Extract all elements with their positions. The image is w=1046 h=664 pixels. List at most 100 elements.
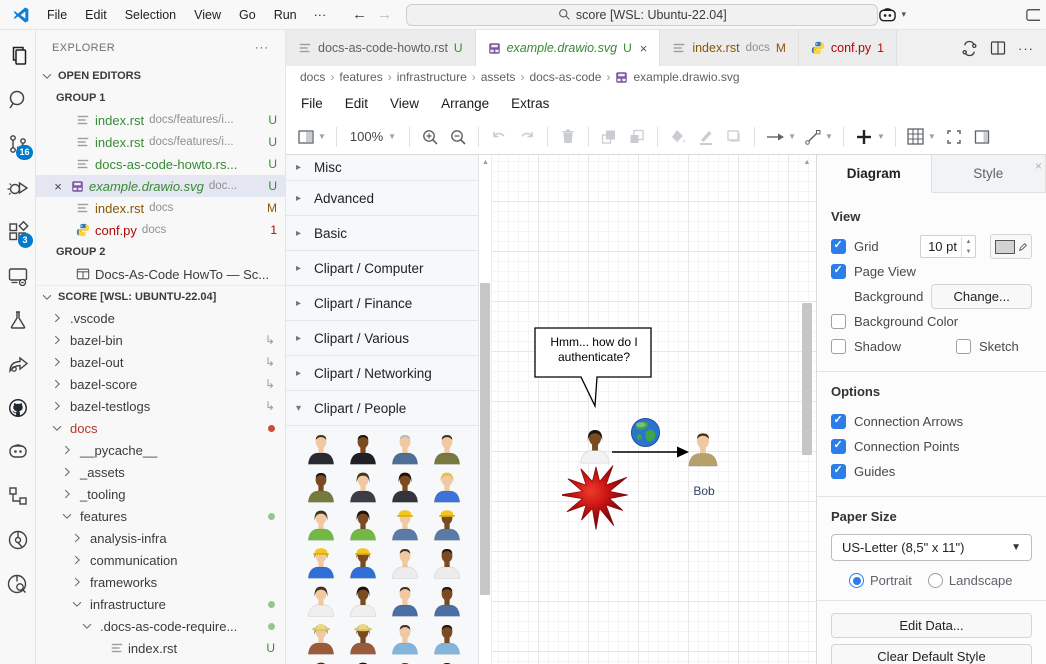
editor-tab-example-drawio-svg[interactable]: example.drawio.svgU× — [476, 30, 661, 66]
people-clipart-item[interactable] — [384, 546, 426, 579]
fullscreen-icon[interactable] — [941, 124, 967, 150]
people-clipart-item[interactable] — [426, 470, 468, 503]
run-debug-icon[interactable] — [0, 166, 36, 210]
breadcrumb-item[interactable]: features — [339, 70, 382, 84]
breadcrumb-item[interactable]: infrastructure — [397, 70, 467, 84]
tab-actions-overflow[interactable]: ··· — [1018, 41, 1034, 56]
person-alice-shape[interactable] — [578, 427, 612, 464]
menubar-item-go[interactable]: Go — [230, 4, 265, 26]
menubar-item-file[interactable]: File — [38, 4, 76, 26]
canvas-scrollbar[interactable]: ▲ — [801, 155, 813, 664]
scroll-up-arrow-icon[interactable]: ▲ — [801, 159, 813, 166]
hierarchy-icon[interactable] — [0, 474, 36, 518]
insert-icon[interactable]: ▼ — [851, 124, 888, 150]
command-center-search[interactable]: score [WSL: Ubuntu-22.04] — [406, 4, 878, 26]
open-editor-item[interactable]: Docs-As-Code HowTo — Sc... — [36, 263, 285, 285]
people-clipart-item[interactable] — [426, 508, 468, 541]
people-clipart-item[interactable] — [384, 432, 426, 465]
guides-checkbox[interactable] — [831, 464, 846, 479]
layout-panel-icon[interactable] — [1026, 8, 1040, 22]
edit-data-button[interactable]: Edit Data... — [831, 613, 1032, 638]
change-background-button[interactable]: Change... — [931, 284, 1032, 309]
open-editor-item[interactable]: index.rstdocs/features/i...U — [36, 109, 285, 131]
connection-arrows-checkbox[interactable] — [831, 414, 846, 429]
breadcrumb-item[interactable]: docs — [300, 70, 325, 84]
stepper-arrows[interactable]: ▲▼ — [961, 237, 975, 257]
people-clipart-item[interactable] — [384, 660, 426, 664]
tree-item--assets[interactable]: _assets — [36, 461, 285, 483]
open-editors-header[interactable]: OPEN EDITORS — [36, 65, 285, 87]
connection-points-checkbox[interactable] — [831, 439, 846, 454]
people-clipart-item[interactable] — [342, 508, 384, 541]
people-clipart-item[interactable] — [300, 584, 342, 617]
tree-item-analysis-infra[interactable]: analysis-infra — [36, 527, 285, 549]
tree-item-bazel-testlogs[interactable]: bazel-testlogs↳ — [36, 395, 285, 417]
testing-icon[interactable] — [0, 298, 36, 342]
drawio-menu-arrange[interactable]: Arrange — [430, 96, 500, 111]
people-clipart-item[interactable] — [342, 584, 384, 617]
close-icon[interactable]: × — [640, 41, 648, 56]
people-clipart-item[interactable] — [426, 660, 468, 664]
shape-category-clipart-networking[interactable]: ▸Clipart / Networking — [286, 356, 478, 391]
open-editor-item[interactable]: index.rstdocsM — [36, 197, 285, 219]
speech-bubble-text[interactable]: Hmm... how do I authenticate? — [536, 335, 652, 365]
workspace-root-header[interactable]: SCORE [WSL: UBUNTU-22.04] — [36, 285, 285, 307]
tree-item-bazel-out[interactable]: bazel-out↳ — [36, 351, 285, 373]
globe-shape[interactable] — [630, 417, 661, 448]
close-icon[interactable]: × — [1035, 159, 1042, 173]
format-tab-diagram[interactable]: Diagram — [817, 155, 932, 193]
people-clipart-item[interactable] — [426, 546, 468, 579]
connection-icon[interactable]: ▼ — [762, 124, 799, 150]
breadcrumb-item[interactable]: docs-as-code — [529, 70, 601, 84]
zoom-out-icon[interactable] — [445, 124, 471, 150]
people-clipart-item[interactable] — [384, 622, 426, 655]
open-editor-item[interactable]: index.rstdocs/features/i...U — [36, 131, 285, 153]
menubar-item-view[interactable]: View — [185, 4, 230, 26]
copilot-icon[interactable] — [878, 7, 897, 23]
open-changes-icon[interactable] — [961, 40, 978, 57]
palette-scrollbar[interactable]: ▲ — [479, 155, 492, 664]
page-view-toggle-icon[interactable]: ▼ — [294, 124, 329, 150]
tree-item-bazel-bin[interactable]: bazel-bin↳ — [36, 329, 285, 351]
open-editor-item[interactable]: conf.pydocs1 — [36, 219, 285, 241]
table-icon[interactable]: ▼ — [903, 124, 939, 150]
people-clipart-item[interactable] — [342, 660, 384, 664]
person-bob-shape[interactable] — [686, 430, 720, 467]
format-tab-style[interactable]: Style — [932, 155, 1046, 192]
sketch-checkbox[interactable] — [956, 339, 971, 354]
menubar-item-run[interactable]: Run — [265, 4, 306, 26]
open-editor-item[interactable]: ×example.drawio.svgdoc...U — [36, 175, 285, 197]
grid-size-input[interactable]: 10 pt▲▼ — [920, 235, 976, 258]
zoom-level-dropdown[interactable]: 100%▼ — [344, 124, 402, 150]
menubar-overflow[interactable]: ··· — [306, 4, 335, 26]
shape-category-clipart-people[interactable]: ▾Clipart / People — [286, 391, 478, 426]
commit-search-icon[interactable] — [0, 562, 36, 606]
waypoints-icon[interactable]: ▼ — [801, 124, 836, 150]
split-editor-icon[interactable] — [990, 40, 1006, 56]
drawio-menu-file[interactable]: File — [290, 96, 334, 111]
grid-checkbox[interactable] — [831, 239, 846, 254]
tree-item-communication[interactable]: communication — [36, 549, 285, 571]
people-clipart-item[interactable] — [426, 432, 468, 465]
drawio-menu-extras[interactable]: Extras — [500, 96, 560, 111]
explorer-icon[interactable] — [0, 34, 36, 78]
shape-category-basic[interactable]: ▸Basic — [286, 216, 478, 251]
people-clipart-item[interactable] — [342, 546, 384, 579]
tree-item-infrastructure[interactable]: infrastructure — [36, 593, 285, 615]
editor-tab-docs-as-code-howto-rst[interactable]: docs-as-code-howto.rstU — [286, 30, 476, 66]
scroll-up-arrow-icon[interactable]: ▲ — [479, 159, 492, 166]
live-share-icon[interactable] — [0, 342, 36, 386]
people-clipart-item[interactable] — [384, 470, 426, 503]
extensions-icon[interactable]: 3 — [0, 210, 36, 254]
people-clipart-item[interactable] — [384, 508, 426, 541]
clear-default-style-button[interactable]: Clear Default Style — [831, 644, 1032, 664]
copilot-chat-icon[interactable] — [0, 430, 36, 474]
git-graph-icon[interactable] — [0, 518, 36, 562]
people-clipart-item[interactable] — [300, 546, 342, 579]
editor-tab-conf-py[interactable]: conf.py1 — [799, 30, 897, 66]
tree-item--tooling[interactable]: _tooling — [36, 483, 285, 505]
people-clipart-item[interactable] — [342, 622, 384, 655]
tree-item--pycache-[interactable]: __pycache__ — [36, 439, 285, 461]
people-clipart-item[interactable] — [426, 584, 468, 617]
shadow-checkbox[interactable] — [831, 339, 846, 354]
